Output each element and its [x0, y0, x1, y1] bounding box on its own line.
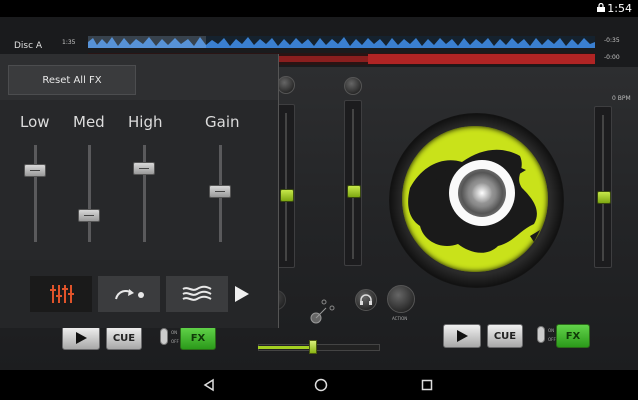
waves-icon [182, 285, 212, 301]
clock: 1:54 [607, 2, 632, 15]
fx-panel-header: Reset All FX [0, 54, 278, 100]
eq-high-slider[interactable] [143, 145, 146, 242]
eq-low-slider[interactable] [34, 145, 37, 242]
pitch-fader-right[interactable] [594, 106, 612, 268]
elapsed-time: 1:35 [62, 39, 76, 46]
headphone-cue-button[interactable] [355, 289, 377, 311]
channel-fader-left[interactable] [277, 104, 295, 268]
cue-button-b[interactable]: CUE [487, 324, 523, 348]
play-button-b[interactable] [443, 324, 481, 348]
switch-on-label: ON [171, 330, 178, 335]
fx-toggle-b[interactable] [537, 326, 545, 343]
spindle-icon [472, 183, 492, 203]
eq-med-label: Med [73, 113, 105, 131]
lock-icon [597, 3, 605, 12]
deck-label: Disc A [14, 41, 43, 51]
fader-knob[interactable] [280, 189, 294, 202]
eq-gain-knob[interactable] [209, 185, 231, 198]
scratch-controls-icon[interactable] [306, 296, 336, 326]
channel-knob-left[interactable] [277, 76, 295, 94]
tab-filter[interactable] [166, 276, 228, 312]
eq-high-label: High [128, 113, 163, 131]
waveform-a[interactable] [88, 36, 595, 48]
action-label: ACTION [392, 316, 408, 321]
play-icon [76, 332, 87, 344]
switch-off-label: OFF [548, 337, 556, 342]
android-nav-bar [0, 370, 638, 400]
eq-med-knob[interactable] [78, 209, 100, 222]
play-arrow-icon[interactable] [234, 285, 250, 303]
redo-icon [115, 289, 144, 300]
crossfader-knob[interactable] [309, 340, 317, 354]
play-icon [457, 330, 468, 342]
channel-fader-mid[interactable] [344, 100, 362, 266]
switch-on-label: ON [548, 328, 555, 333]
back-icon[interactable] [202, 378, 216, 392]
tab-loop[interactable] [98, 276, 160, 312]
home-icon[interactable] [314, 378, 328, 392]
eq-low-knob[interactable] [24, 164, 46, 177]
crossfader-fill [258, 346, 314, 349]
reset-all-fx-button[interactable]: Reset All FX [8, 65, 136, 95]
fader-knob[interactable] [347, 185, 361, 198]
bpm-readout: 0 BPM [612, 95, 631, 102]
cue-button-a[interactable]: CUE [106, 326, 142, 350]
fx-panel: Reset All FX Low Med High Gain [0, 54, 279, 328]
headphones-icon [360, 294, 372, 305]
channel-knob-mid[interactable] [344, 77, 362, 95]
fader-knob[interactable] [597, 191, 611, 204]
eq-low-label: Low [20, 113, 50, 131]
eq-gain-label: Gain [205, 113, 240, 131]
equalizer-icon [50, 285, 74, 303]
fx-toggle-a[interactable] [160, 328, 168, 345]
eq-med-slider[interactable] [88, 145, 91, 242]
tab-equalizer[interactable] [30, 276, 92, 312]
play-button-a[interactable] [62, 326, 100, 350]
eq-high-knob[interactable] [133, 162, 155, 175]
status-bar: 1:54 [0, 0, 638, 17]
remaining-time-b: -0:00 [604, 54, 620, 61]
sync-action-knob[interactable] [387, 285, 415, 313]
remaining-time: -0:35 [604, 37, 620, 44]
switch-off-label: OFF [171, 339, 179, 344]
recents-icon[interactable] [421, 379, 433, 391]
fx-button-a[interactable]: FX [180, 326, 216, 350]
fx-tab-bar [0, 260, 278, 328]
fx-button-b[interactable]: FX [556, 324, 590, 348]
